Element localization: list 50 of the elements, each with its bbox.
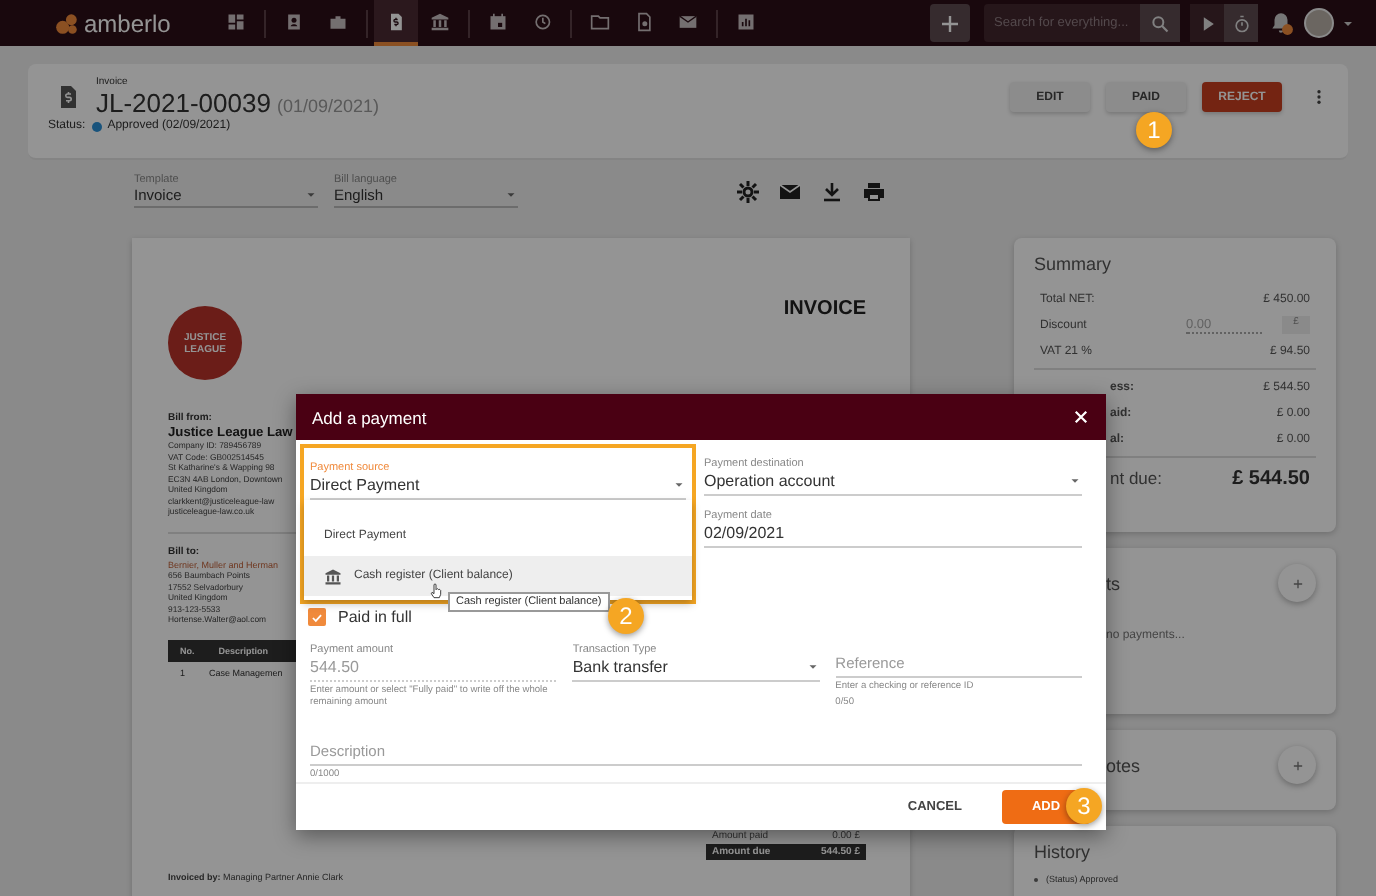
amount-due-label: nt due: — [1110, 468, 1164, 488]
download-button[interactable] — [820, 180, 844, 204]
download-icon — [820, 180, 844, 204]
invoice-number: JL-2021-00039 — [96, 88, 271, 118]
envelope-button[interactable] — [778, 180, 802, 204]
caret-icon — [504, 188, 518, 202]
bell-icon — [1268, 10, 1294, 36]
plus-icon — [938, 11, 962, 35]
settings-icon — [736, 180, 760, 204]
card-title: Summary — [1034, 254, 1114, 274]
invoice-date: (01/09/2021) — [276, 96, 380, 116]
caret-icon — [304, 188, 318, 202]
blob-logo-icon — [54, 10, 80, 36]
search-icon — [1150, 13, 1170, 33]
dollar-document-icon — [386, 11, 406, 31]
add-button[interactable] — [930, 4, 970, 42]
calendar-icon — [488, 11, 508, 31]
bank-icon — [430, 11, 450, 31]
timer-button[interactable] — [1224, 4, 1258, 42]
settings-button[interactable] — [736, 180, 760, 204]
briefcase-icon — [328, 11, 348, 31]
bank-icon — [324, 567, 342, 586]
checkbox[interactable] — [308, 608, 326, 627]
card-title: History — [1034, 842, 1093, 862]
search-button[interactable] — [1140, 4, 1180, 42]
document-icon — [634, 11, 654, 31]
dialog-title: Add a payment — [312, 407, 427, 428]
checkmark-icon — [310, 609, 324, 626]
envelope-icon — [678, 11, 698, 31]
folder-icon — [590, 11, 610, 31]
close-icon — [1072, 408, 1090, 427]
card-title: ts — [1106, 573, 1121, 593]
logo-text: amberlo — [84, 9, 171, 37]
amount-due-value: £ 544.50 — [1232, 467, 1310, 489]
invoice-title: INVOICE — [783, 298, 866, 324]
clock-icon — [532, 11, 552, 31]
close-button[interactable] — [1072, 408, 1090, 427]
status-dot — [91, 121, 102, 131]
avatar[interactable] — [1304, 8, 1334, 38]
envelope-icon — [778, 180, 802, 204]
checkbox-label: Paid in full — [338, 608, 412, 627]
printer-icon — [862, 180, 886, 204]
stopwatch-icon — [1231, 13, 1251, 33]
printer-button[interactable] — [862, 180, 886, 204]
contact-card-icon — [284, 11, 304, 31]
nav-tab[interactable] — [374, 0, 418, 46]
dollar-document-icon — [56, 82, 80, 112]
card-title: otes — [1106, 755, 1141, 775]
bar-chart-icon — [736, 11, 756, 31]
dashboard-icon — [226, 11, 246, 31]
